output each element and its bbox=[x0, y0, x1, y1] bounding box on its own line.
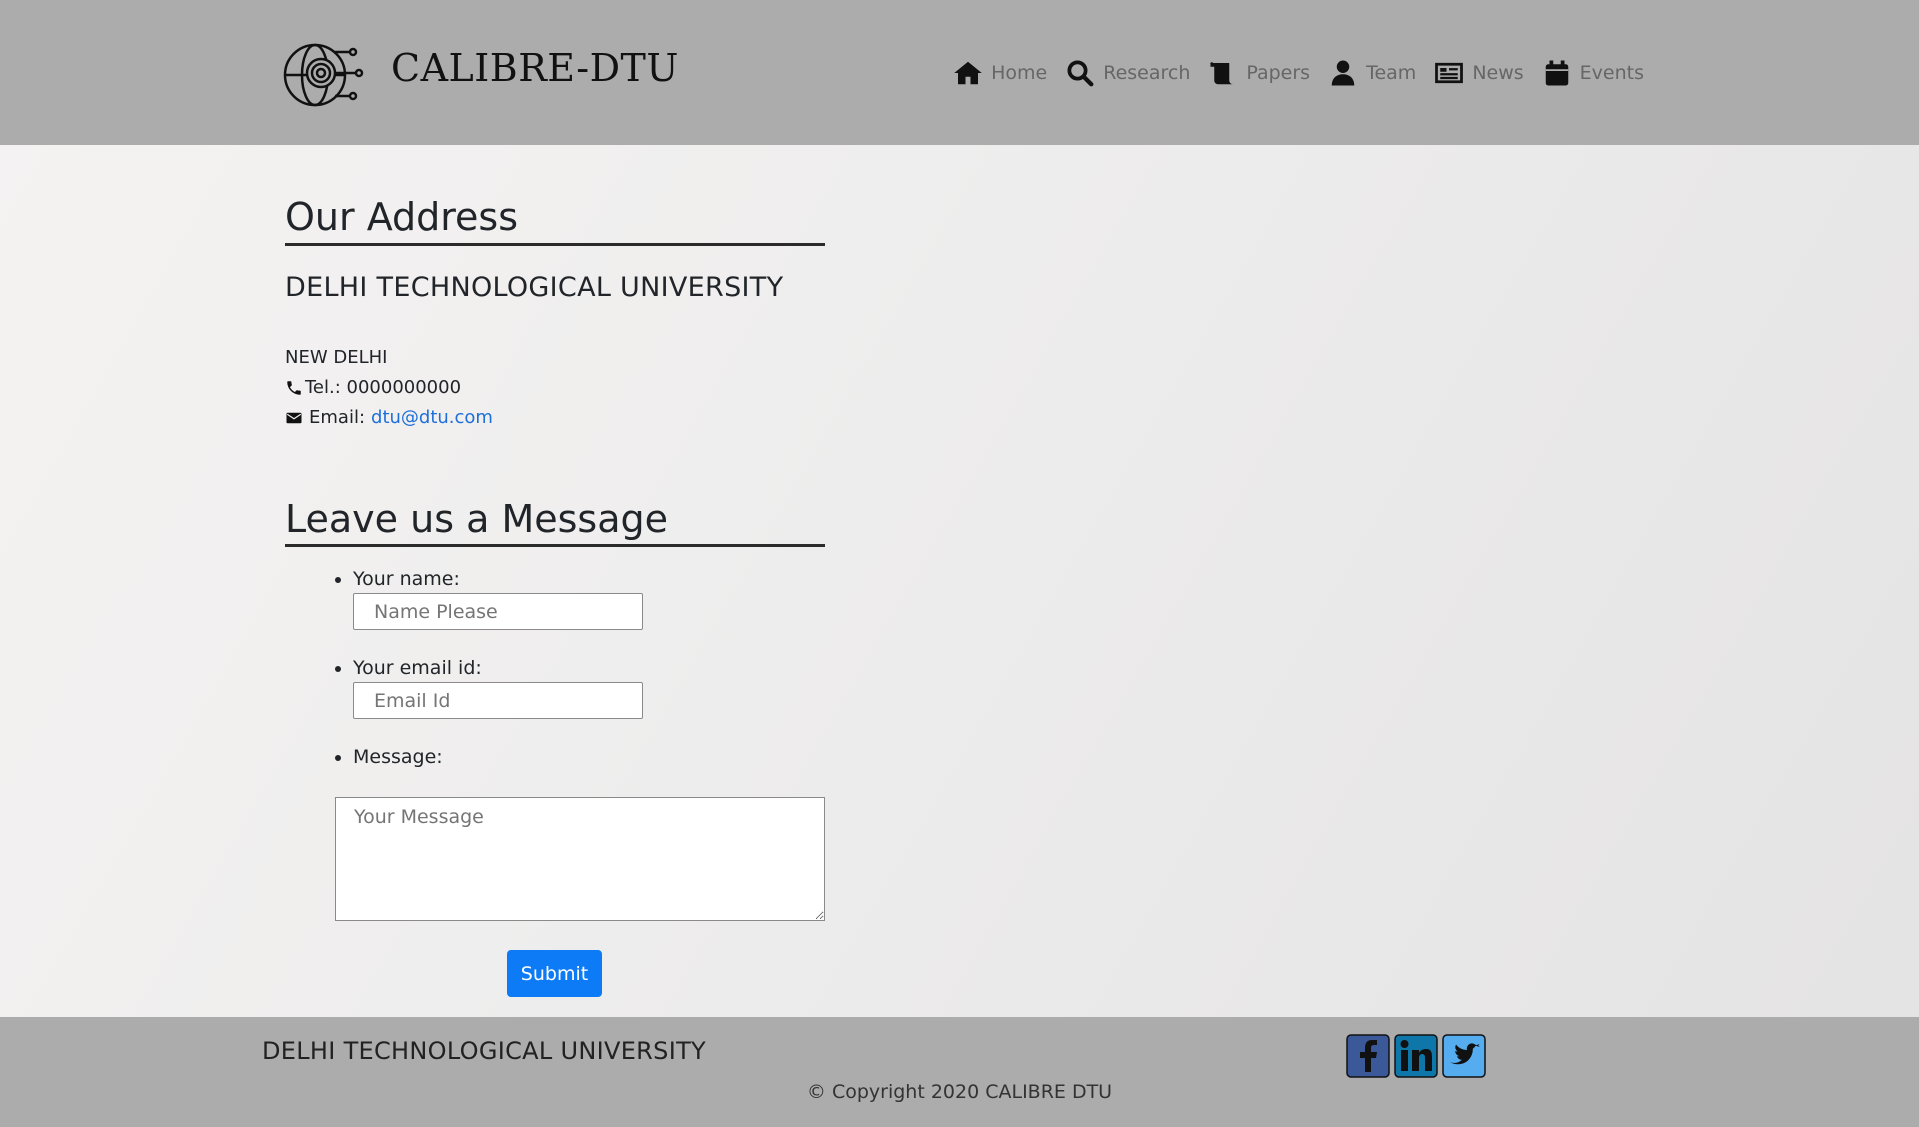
list-item: Message: bbox=[353, 743, 825, 771]
twitter-icon bbox=[1442, 1034, 1486, 1078]
address-tel-row: Tel.: 0000000000 bbox=[285, 373, 825, 403]
address-city: NEW DELHI bbox=[285, 346, 388, 368]
nav-home[interactable]: Home bbox=[953, 58, 1047, 88]
message-label: Message: bbox=[353, 746, 443, 769]
nav-news-label: News bbox=[1472, 62, 1524, 84]
name-label: Your name: bbox=[353, 568, 460, 591]
message-textarea[interactable] bbox=[335, 797, 825, 921]
nav-research-label: Research bbox=[1103, 62, 1191, 84]
facebook-icon bbox=[1346, 1034, 1390, 1078]
home-icon bbox=[954, 61, 982, 85]
copyright: © Copyright 2020 CALIBRE DTU bbox=[806, 1081, 1113, 1103]
main-nav: Home Research Papers Team News Events bbox=[953, 58, 1644, 88]
linkedin-link[interactable] bbox=[1394, 1034, 1438, 1078]
email-input[interactable] bbox=[353, 682, 643, 720]
name-input[interactable] bbox=[353, 593, 643, 631]
user-icon bbox=[1331, 60, 1355, 86]
footer-university: DELHI TECHNOLOGICAL UNIVERSITY bbox=[262, 1037, 706, 1065]
contact-form: Your name: Your email id: Message: bbox=[285, 565, 825, 771]
linkedin-icon bbox=[1394, 1034, 1438, 1078]
contact-section: Our Address DELHI TECHNOLOGICAL UNIVERSI… bbox=[285, 195, 825, 997]
navbar: CALIBRE-DTU Home Research Papers Team Ne… bbox=[0, 0, 1919, 145]
address-email-row: Email: dtu@dtu.com bbox=[285, 403, 825, 433]
phone-icon bbox=[287, 380, 301, 395]
twitter-link[interactable] bbox=[1442, 1034, 1486, 1078]
footer: DELHI TECHNOLOGICAL UNIVERSITY © Copyrig… bbox=[0, 1017, 1919, 1127]
address-title: Our Address bbox=[285, 195, 825, 246]
nav-events-label: Events bbox=[1579, 62, 1644, 84]
brain-circuit-logo-icon bbox=[283, 43, 364, 107]
address-tel: Tel.: 0000000000 bbox=[305, 376, 462, 398]
brand[interactable]: CALIBRE-DTU bbox=[283, 40, 679, 110]
address-university: DELHI TECHNOLOGICAL UNIVERSITY bbox=[285, 271, 784, 303]
newspaper-icon bbox=[1435, 62, 1464, 84]
nav-team-label: Team bbox=[1366, 62, 1417, 84]
nav-research[interactable]: Research bbox=[1065, 58, 1190, 88]
scroll-icon bbox=[1210, 62, 1234, 85]
search-icon bbox=[1067, 60, 1094, 87]
address-email-link[interactable]: dtu@dtu.com bbox=[371, 403, 493, 433]
calendar-icon bbox=[1545, 60, 1568, 86]
envelope-icon bbox=[286, 412, 302, 423]
list-item: Your email id: bbox=[353, 654, 825, 743]
social-links bbox=[1346, 1034, 1490, 1078]
nav-papers-label: Papers bbox=[1246, 62, 1311, 84]
nav-papers[interactable]: Papers bbox=[1208, 58, 1310, 88]
nav-home-label: Home bbox=[991, 62, 1048, 84]
nav-team[interactable]: Team bbox=[1328, 58, 1416, 88]
address-details: NEW DELHI Tel.: 0000000000 Email: dtu@dt… bbox=[285, 343, 825, 433]
facebook-link[interactable] bbox=[1346, 1034, 1390, 1078]
brand-title: CALIBRE-DTU bbox=[391, 46, 679, 90]
email-label: Your email id: bbox=[353, 657, 482, 680]
nav-events[interactable]: Events bbox=[1542, 58, 1644, 88]
nav-news[interactable]: News bbox=[1434, 58, 1524, 88]
submit-button[interactable]: Submit bbox=[507, 950, 602, 997]
address-email-label: Email: bbox=[309, 406, 366, 428]
list-item: Your name: bbox=[353, 565, 825, 654]
message-title: Leave us a Message bbox=[285, 497, 825, 548]
